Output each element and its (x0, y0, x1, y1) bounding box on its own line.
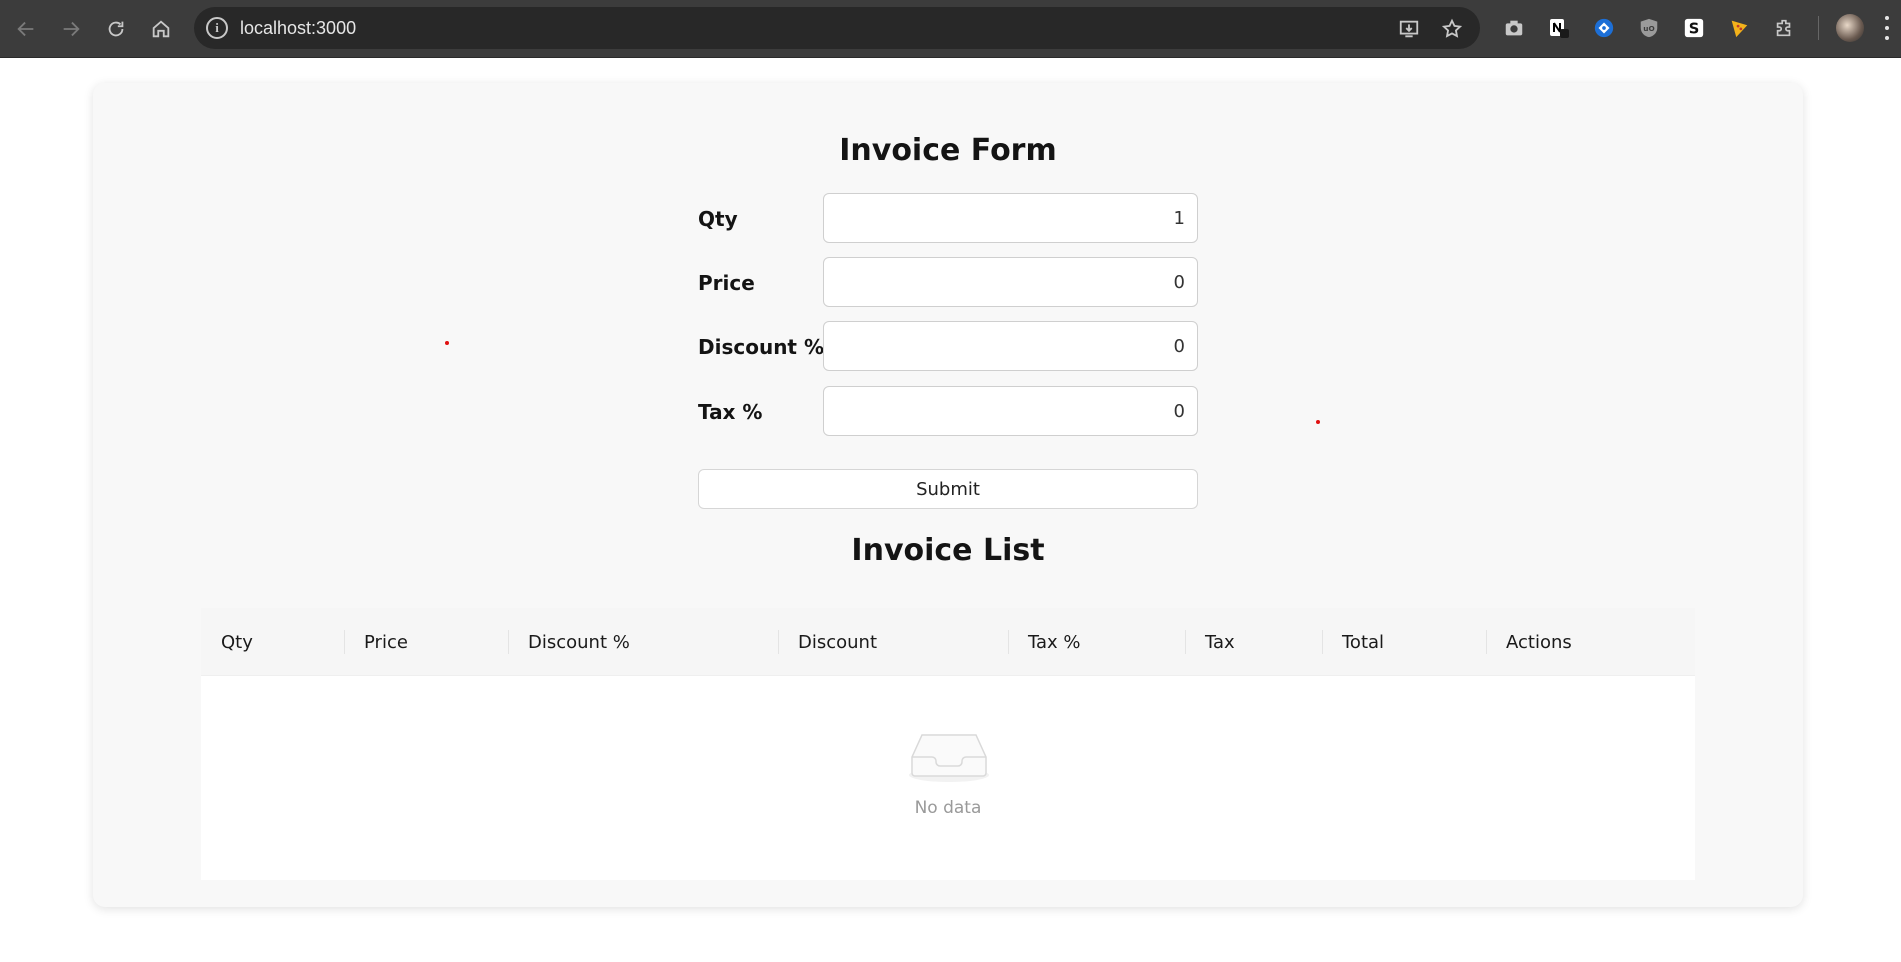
column-divider (508, 630, 509, 654)
browser-toolbar: i localhost:3000 uO S (0, 0, 1901, 58)
price-row: Price (698, 257, 1198, 307)
column-header-actions[interactable]: Actions (1506, 608, 1572, 676)
column-header-tax[interactable]: Tax (1205, 608, 1235, 676)
price-label: Price (698, 271, 755, 295)
discount-percent-input[interactable] (823, 321, 1198, 371)
home-icon (152, 20, 170, 38)
forward-button[interactable] (53, 11, 89, 47)
install-app-icon[interactable] (1396, 16, 1422, 42)
empty-state-text: No data (914, 798, 982, 818)
arrow-right-icon (63, 21, 80, 37)
tax-row: Tax % (698, 386, 1198, 436)
form-title: Invoice Form (839, 133, 1057, 168)
svg-text:S: S (1689, 21, 1700, 38)
invoice-card: Invoice Form Qty Price Discount % Tax % … (93, 83, 1803, 907)
toolbar-divider (1818, 16, 1819, 40)
empty-state: No data (201, 676, 1695, 880)
qty-input[interactable] (823, 193, 1198, 243)
back-button[interactable] (8, 11, 44, 47)
red-dot-marker (445, 341, 449, 345)
puzzle-blue-extension-icon[interactable] (1590, 14, 1618, 42)
home-button[interactable] (143, 11, 179, 47)
column-header-total[interactable]: Total (1342, 608, 1384, 676)
qty-label: Qty (698, 207, 738, 231)
address-bar-url[interactable]: localhost:3000 (240, 18, 356, 39)
column-divider (344, 630, 345, 654)
column-header-discount-percent[interactable]: Discount % (528, 608, 630, 676)
notion-extension-icon[interactable] (1545, 14, 1573, 42)
table-header: Qty Price Discount % Discount Tax % Tax … (201, 608, 1695, 676)
qty-row: Qty (698, 193, 1198, 243)
column-divider (1322, 630, 1323, 654)
ublock-extension-icon[interactable]: uO (1635, 14, 1663, 42)
submit-button[interactable]: Submit (698, 469, 1198, 509)
list-title: Invoice List (851, 533, 1045, 568)
red-dot-marker (1316, 420, 1320, 424)
reload-button[interactable] (98, 11, 134, 47)
empty-inbox-icon (909, 734, 989, 782)
column-header-discount[interactable]: Discount (798, 608, 877, 676)
invoice-table: Qty Price Discount % Discount Tax % Tax … (201, 608, 1695, 880)
column-divider (1008, 630, 1009, 654)
extensions-puzzle-icon[interactable] (1770, 14, 1798, 42)
column-divider (1185, 630, 1186, 654)
profile-avatar[interactable] (1836, 14, 1864, 42)
svg-text:uO: uO (1643, 24, 1654, 33)
tax-percent-label: Tax % (698, 400, 763, 424)
column-header-qty[interactable]: Qty (221, 608, 253, 676)
reload-icon (108, 21, 124, 37)
column-header-tax-percent[interactable]: Tax % (1028, 608, 1081, 676)
address-bar[interactable]: i localhost:3000 (194, 7, 1480, 49)
column-divider (778, 630, 779, 654)
column-divider (1486, 630, 1487, 654)
more-menu-icon[interactable] (1884, 16, 1890, 40)
discount-row: Discount % (698, 321, 1198, 371)
camera-extension-icon[interactable] (1500, 14, 1528, 42)
discount-percent-label: Discount % (698, 335, 824, 359)
bookmark-star-icon[interactable] (1439, 16, 1465, 42)
price-input[interactable] (823, 257, 1198, 307)
site-info-icon[interactable]: i (206, 17, 228, 39)
arrow-left-icon (17, 21, 34, 37)
tax-percent-input[interactable] (823, 386, 1198, 436)
s-extension-icon[interactable]: S (1680, 14, 1708, 42)
column-header-price[interactable]: Price (364, 608, 408, 676)
pizza-extension-icon[interactable] (1725, 14, 1753, 42)
